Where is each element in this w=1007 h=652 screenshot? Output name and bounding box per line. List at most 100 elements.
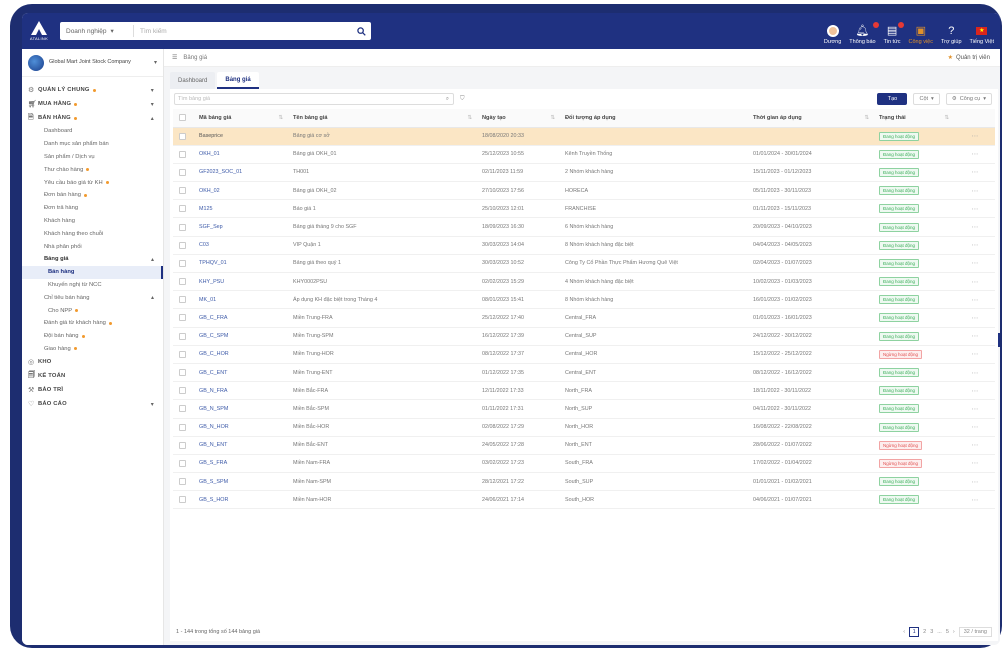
sort-icon[interactable]: ⇅ bbox=[944, 115, 949, 121]
cell-code[interactable]: GB_N_ENT bbox=[195, 436, 289, 455]
row-checkbox[interactable] bbox=[173, 399, 195, 419]
sidebar-item-14[interactable]: Bán hàng bbox=[22, 265, 163, 279]
cell-code[interactable]: GB_N_SPM bbox=[195, 399, 289, 419]
row-checkbox[interactable] bbox=[173, 145, 195, 164]
sidebar-item-12[interactable]: Nhà phân phối bbox=[22, 240, 163, 253]
row-checkbox[interactable] bbox=[173, 381, 195, 401]
more-actions-icon[interactable]: ⋯ bbox=[955, 199, 995, 219]
cell-code[interactable]: GB_N_HOR bbox=[195, 418, 289, 437]
column-header-created[interactable]: Ngày tạo ⇅ bbox=[478, 109, 561, 128]
more-actions-icon[interactable]: ⋯ bbox=[955, 127, 995, 146]
user-role[interactable]: ★ Quản trị viên bbox=[948, 54, 990, 62]
columns-button[interactable]: Cột ▾ bbox=[913, 93, 940, 105]
row-checkbox[interactable] bbox=[173, 363, 195, 383]
page-ellipsis[interactable]: ... bbox=[937, 629, 942, 635]
page-1[interactable]: 1 bbox=[909, 627, 920, 637]
page-2[interactable]: 2 bbox=[923, 629, 926, 635]
column-header-name[interactable]: Tên bảng giá ⇅ bbox=[289, 109, 478, 128]
page-3[interactable]: 3 bbox=[930, 629, 933, 635]
row-checkbox[interactable] bbox=[173, 272, 195, 292]
select-all-checkbox[interactable] bbox=[173, 109, 195, 128]
table-row[interactable]: GB_S_SPM Miền Nam-SPM 28/12/2021 17:22 Sout… bbox=[173, 472, 995, 492]
row-checkbox[interactable] bbox=[173, 418, 195, 437]
cell-code[interactable]: GB_S_FRA bbox=[195, 454, 289, 474]
cell-code[interactable]: GB_C_HOR bbox=[195, 345, 289, 364]
page-size-select[interactable]: 32 / trang bbox=[958, 627, 992, 637]
column-header-code[interactable]: Mã bảng giá ⇅ bbox=[195, 109, 289, 128]
sort-icon[interactable]: ⇅ bbox=[278, 115, 283, 121]
more-actions-icon[interactable]: ⋯ bbox=[955, 472, 995, 492]
sidebar-item-23[interactable]: ⚒ BẢO TRÌ bbox=[22, 383, 163, 397]
sort-icon[interactable]: ⇅ bbox=[864, 115, 869, 121]
sidebar-item-10[interactable]: Khách hàng bbox=[22, 215, 163, 228]
cell-code[interactable]: GF2023_SOC_01 bbox=[195, 163, 289, 183]
sidebar-item-21[interactable]: ◎ KHO bbox=[22, 355, 163, 369]
sidebar-item-24[interactable]: ♡ BÁO CÁO ▾ bbox=[22, 397, 163, 411]
sidebar-item-17[interactable]: Cho NPP bbox=[22, 304, 163, 317]
table-row[interactable]: GB_N_HOR Miền Bắc-HOR 02/08/2022 17:29 Nort… bbox=[173, 418, 995, 437]
more-actions-icon[interactable]: ⋯ bbox=[955, 163, 995, 183]
search-icon[interactable]: ⌕ bbox=[446, 96, 449, 103]
more-actions-icon[interactable]: ⋯ bbox=[955, 436, 995, 455]
row-checkbox[interactable] bbox=[173, 308, 195, 328]
cell-code[interactable]: GB_C_FRA bbox=[195, 308, 289, 328]
notifications-button[interactable]: 🔔︎ Thông báo bbox=[849, 22, 879, 45]
app-logo[interactable]: ATALINK bbox=[22, 13, 56, 49]
row-checkbox[interactable] bbox=[173, 472, 195, 492]
table-row[interactable]: C03 VIP Quận 1 30/03/2023 14:04 8 Nhóm khác… bbox=[173, 236, 995, 255]
column-header-target[interactable]: Đối tượng áp dụng bbox=[561, 109, 749, 128]
sidebar-item-20[interactable]: Giao hàng bbox=[22, 343, 163, 356]
user-menu[interactable]: Dương bbox=[824, 24, 841, 45]
table-row[interactable]: GB_C_FRA Miền Trung-FRA 25/12/2022 17:40 Ce… bbox=[173, 308, 995, 328]
more-actions-icon[interactable]: ⋯ bbox=[955, 418, 995, 437]
table-row[interactable]: GF2023_SOC_01 TH001 02/11/2023 11:59 2 Nhóm… bbox=[173, 163, 995, 183]
company-switcher[interactable]: Global Mart Joint Stock Company ▾ bbox=[22, 49, 163, 77]
table-row[interactable]: GB_C_ENT Miền Trung-ENT 01/12/2022 17:35 Ce… bbox=[173, 363, 995, 383]
cell-code[interactable]: GB_C_ENT bbox=[195, 363, 289, 383]
row-checkbox[interactable] bbox=[173, 181, 195, 201]
sidebar-item-18[interactable]: Đánh giá từ khách hàng bbox=[22, 317, 163, 330]
more-actions-icon[interactable]: ⋯ bbox=[955, 254, 995, 274]
sidebar-item-6[interactable]: Thư chào hàng bbox=[22, 163, 163, 176]
sidebar-item-22[interactable]: 🗐 KẾ TOÁN bbox=[22, 369, 163, 383]
cell-code[interactable]: Baseprice bbox=[195, 127, 289, 146]
more-actions-icon[interactable]: ⋯ bbox=[955, 145, 995, 164]
cell-code[interactable]: OKH_01 bbox=[195, 145, 289, 164]
column-header-period[interactable]: Thời gian áp dụng ⇅ bbox=[749, 109, 875, 128]
row-checkbox[interactable] bbox=[173, 436, 195, 455]
cell-code[interactable]: M125 bbox=[195, 199, 289, 219]
cell-code[interactable]: MK_01 bbox=[195, 290, 289, 310]
sidebar-item-7[interactable]: Yêu cầu báo giá từ KH bbox=[22, 176, 163, 189]
sidebar-item-15[interactable]: Khuyến nghị từ NCC bbox=[22, 279, 163, 292]
table-row[interactable]: GB_N_ENT Miền Bắc-ENT 24/05/2022 17:28 Nort… bbox=[173, 436, 995, 455]
sidebar-item-4[interactable]: Danh mục sản phẩm bán bbox=[22, 138, 163, 151]
sidebar-item-1[interactable]: 🛒︎ MUA HÀNG ▾ bbox=[22, 97, 163, 111]
sort-icon[interactable]: ⇅ bbox=[550, 115, 555, 121]
row-checkbox[interactable] bbox=[173, 254, 195, 274]
create-button[interactable]: Tạo bbox=[877, 93, 908, 105]
more-actions-icon[interactable]: ⋯ bbox=[955, 345, 995, 364]
more-actions-icon[interactable]: ⋯ bbox=[955, 217, 995, 237]
tab-dashboard[interactable]: Dashboard bbox=[170, 72, 216, 89]
news-button[interactable]: ▤ Tin tức bbox=[884, 22, 904, 45]
more-actions-icon[interactable]: ⋯ bbox=[955, 399, 995, 419]
more-actions-icon[interactable]: ⋯ bbox=[955, 308, 995, 328]
help-button[interactable]: ? Trợ giúp bbox=[941, 24, 962, 46]
row-checkbox[interactable] bbox=[173, 199, 195, 219]
more-actions-icon[interactable]: ⋯ bbox=[955, 290, 995, 310]
sidebar-item-9[interactable]: Đơn trả hàng bbox=[22, 202, 163, 215]
table-row[interactable]: GB_C_HOR Miền Trung-HOR 08/12/2022 17:37 Ce… bbox=[173, 345, 995, 364]
sidebar-item-13[interactable]: Bảng giá ▴ bbox=[22, 253, 163, 266]
table-row[interactable]: GB_S_FRA Miền Nam-FRA 03/02/2022 17:23 Sout… bbox=[173, 454, 995, 474]
more-actions-icon[interactable]: ⋯ bbox=[955, 181, 995, 201]
table-row[interactable]: OKH_01 Bảng giá OKH_01 25/12/2023 10:55 Kên… bbox=[173, 145, 995, 164]
cell-code[interactable]: OKH_02 bbox=[195, 181, 289, 201]
page-5[interactable]: 5 bbox=[946, 629, 949, 635]
table-row[interactable]: GB_N_SPM Miền Bắc-SPM 01/11/2022 17:31 Nort… bbox=[173, 399, 995, 419]
language-select[interactable]: ★ Tiếng Việt bbox=[970, 24, 994, 45]
tab-price-list[interactable]: Bảng giá bbox=[217, 72, 259, 89]
tasks-button[interactable]: ▣ Công việc bbox=[909, 24, 933, 45]
cell-code[interactable]: GB_S_SPM bbox=[195, 472, 289, 492]
cell-code[interactable]: SGF_Sep bbox=[195, 217, 289, 237]
column-header-status[interactable]: Trạng thái ⇅ bbox=[875, 109, 955, 128]
